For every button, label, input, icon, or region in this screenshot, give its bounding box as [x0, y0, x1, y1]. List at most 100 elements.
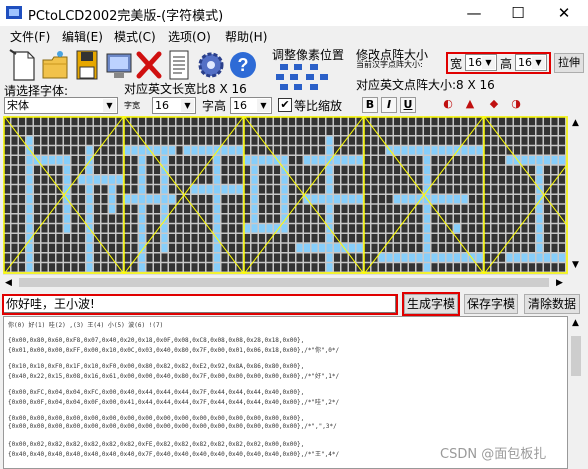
- matrix-dot[interactable]: [191, 243, 198, 252]
- matrix-dot[interactable]: [424, 263, 430, 272]
- matrix-dot[interactable]: [101, 253, 108, 262]
- matrix-dot[interactable]: [146, 263, 153, 272]
- matrix-dot[interactable]: [266, 243, 273, 252]
- matrix-dot[interactable]: [289, 117, 295, 126]
- matrix-dot[interactable]: [124, 253, 130, 262]
- matrix-dot[interactable]: [484, 234, 490, 243]
- matrix-dot[interactable]: [109, 243, 115, 252]
- matrix-dot[interactable]: [206, 165, 213, 174]
- matrix-dot[interactable]: [364, 204, 370, 213]
- matrix-dot[interactable]: [86, 165, 93, 174]
- matrix-dot[interactable]: [146, 126, 153, 135]
- matrix-dot[interactable]: [176, 263, 183, 272]
- matrix-dot[interactable]: [469, 146, 475, 155]
- matrix-dot[interactable]: [326, 156, 333, 165]
- matrix-dot[interactable]: [266, 195, 273, 204]
- matrix-dot[interactable]: [461, 185, 468, 194]
- matrix-dot[interactable]: [146, 253, 153, 262]
- matrix-dot[interactable]: [499, 263, 505, 272]
- matrix-dot[interactable]: [559, 156, 565, 165]
- matrix-dot[interactable]: [461, 146, 468, 155]
- matrix-dot[interactable]: [356, 185, 363, 194]
- minimize-button[interactable]: —: [452, 2, 496, 24]
- matrix-dot[interactable]: [289, 185, 295, 194]
- matrix-dot[interactable]: [281, 175, 288, 184]
- matrix-dot[interactable]: [551, 234, 558, 243]
- matrix-dot[interactable]: [371, 195, 378, 204]
- dot-matrix-canvas[interactable]: [3, 116, 568, 274]
- matrix-dot[interactable]: [529, 253, 535, 262]
- matrix-dot[interactable]: [79, 224, 85, 233]
- matrix-dot[interactable]: [131, 263, 138, 272]
- matrix-dot[interactable]: [296, 214, 303, 223]
- matrix-dot[interactable]: [371, 175, 378, 184]
- matrix-dot[interactable]: [544, 117, 550, 126]
- matrix-dot[interactable]: [49, 185, 55, 194]
- scroll-up-icon[interactable]: ▲: [572, 318, 579, 328]
- matrix-dot[interactable]: [296, 224, 303, 233]
- matrix-dot[interactable]: [191, 185, 198, 194]
- matrix-dot[interactable]: [364, 117, 370, 126]
- matrix-dot[interactable]: [341, 165, 348, 174]
- matrix-dot[interactable]: [364, 195, 370, 204]
- matrix-dot[interactable]: [401, 136, 408, 145]
- matrix-dot[interactable]: [49, 204, 55, 213]
- matrix-dot[interactable]: [236, 214, 243, 223]
- matrix-dot[interactable]: [364, 224, 370, 233]
- matrix-dot[interactable]: [251, 146, 258, 155]
- matrix-dot[interactable]: [544, 234, 550, 243]
- matrix-dot[interactable]: [476, 146, 483, 155]
- matrix-dot[interactable]: [559, 253, 565, 262]
- matrix-dot[interactable]: [221, 146, 228, 155]
- matrix-dot[interactable]: [439, 185, 445, 194]
- matrix-dot[interactable]: [326, 136, 333, 145]
- matrix-dot[interactable]: [229, 224, 235, 233]
- matrix-dot[interactable]: [401, 195, 408, 204]
- matrix-dot[interactable]: [191, 146, 198, 155]
- matrix-dot[interactable]: [304, 214, 310, 223]
- matrix-dot[interactable]: [206, 175, 213, 184]
- matrix-dot[interactable]: [124, 185, 130, 194]
- output-scrollbar[interactable]: ▲: [568, 316, 584, 469]
- matrix-dot[interactable]: [221, 224, 228, 233]
- matrix-dot[interactable]: [386, 156, 393, 165]
- italic-button[interactable]: I: [381, 97, 397, 113]
- matrix-dot[interactable]: [439, 204, 445, 213]
- matrix-dot[interactable]: [139, 156, 145, 165]
- matrix-dot[interactable]: [56, 165, 63, 174]
- matrix-dot[interactable]: [19, 204, 25, 213]
- matrix-dot[interactable]: [41, 234, 48, 243]
- matrix-dot[interactable]: [146, 165, 153, 174]
- matrix-dot[interactable]: [514, 234, 520, 243]
- matrix-dot[interactable]: [19, 117, 25, 126]
- matrix-dot[interactable]: [229, 156, 235, 165]
- matrix-dot[interactable]: [266, 165, 273, 174]
- matrix-dot[interactable]: [71, 243, 78, 252]
- matrix-dot[interactable]: [521, 204, 528, 213]
- matrix-dot[interactable]: [161, 117, 168, 126]
- matrix-dot[interactable]: [71, 156, 78, 165]
- matrix-dot[interactable]: [364, 214, 370, 223]
- matrix-dot[interactable]: [499, 204, 505, 213]
- matrix-dot[interactable]: [251, 175, 258, 184]
- matrix-dot[interactable]: [551, 146, 558, 155]
- matrix-dot[interactable]: [491, 146, 498, 155]
- matrix-dot[interactable]: [41, 117, 48, 126]
- matrix-dot[interactable]: [409, 165, 415, 174]
- matrix-dot[interactable]: [79, 185, 85, 194]
- matrix-dot[interactable]: [109, 165, 115, 174]
- matrix-dot[interactable]: [49, 234, 55, 243]
- matrix-dot[interactable]: [416, 214, 423, 223]
- matrix-dot[interactable]: [214, 165, 220, 174]
- matrix-dot[interactable]: [191, 214, 198, 223]
- matrix-dot[interactable]: [154, 175, 160, 184]
- matrix-dot[interactable]: [41, 175, 48, 184]
- matrix-dot[interactable]: [379, 146, 385, 155]
- matrix-dot[interactable]: [191, 156, 198, 165]
- matrix-dot[interactable]: [146, 243, 153, 252]
- matrix-dot[interactable]: [371, 126, 378, 135]
- matrix-dot[interactable]: [349, 195, 355, 204]
- matrix-dot[interactable]: [394, 243, 400, 252]
- matrix-dot[interactable]: [506, 195, 513, 204]
- matrix-dot[interactable]: [49, 263, 55, 272]
